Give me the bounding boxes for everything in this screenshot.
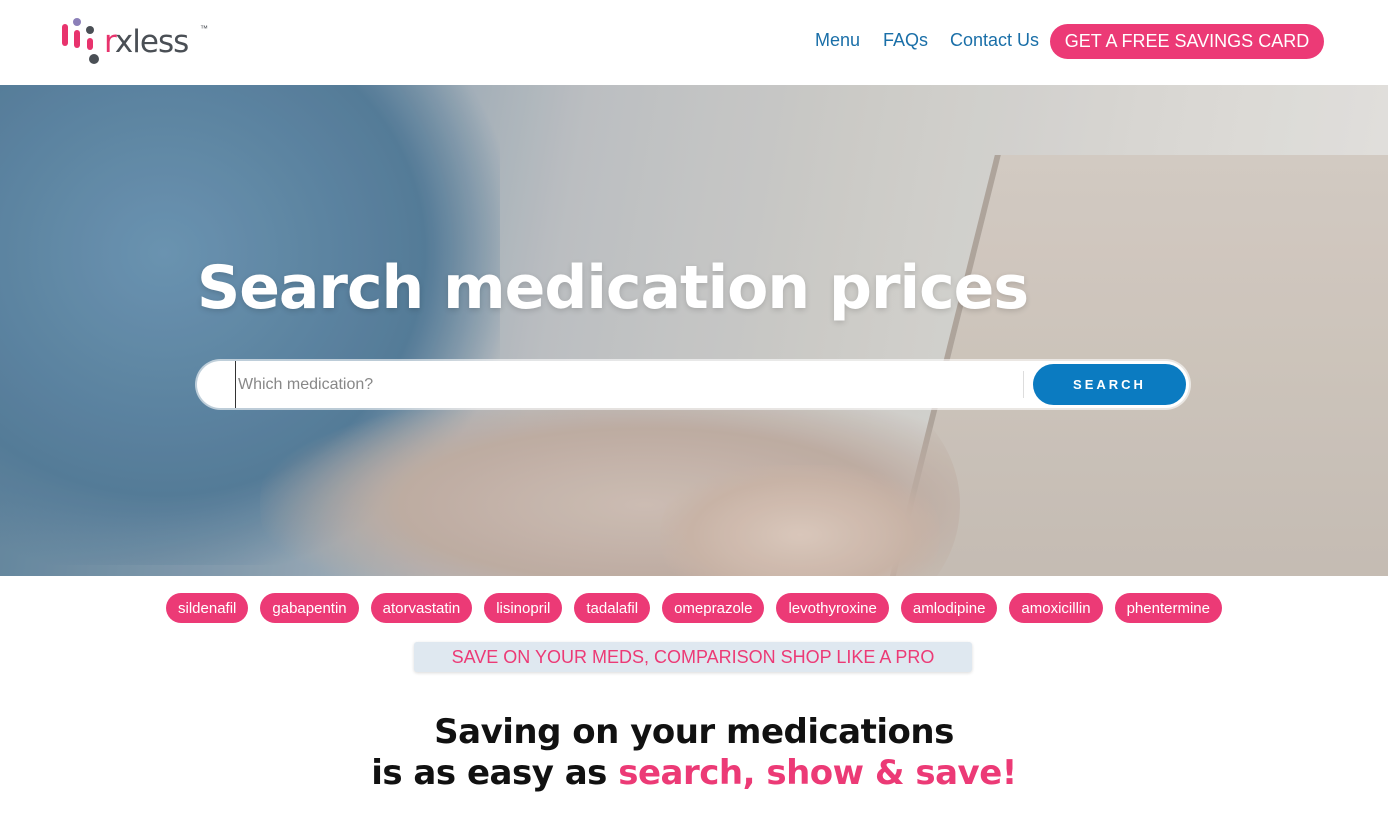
med-pill-levothyroxine[interactable]: levothyroxine: [776, 593, 889, 623]
med-pill-lisinopril[interactable]: lisinopril: [484, 593, 563, 623]
tagline-prefix: is as easy as: [371, 753, 619, 793]
hero-overlay: [0, 85, 1388, 576]
savings-banner: SAVE ON YOUR MEDS, COMPARISON SHOP LIKE …: [414, 642, 972, 672]
logo-trademark: ™: [200, 24, 208, 33]
medication-search-input[interactable]: [235, 361, 1015, 408]
logo-mark-icon: [62, 18, 99, 64]
rxless-logo[interactable]: rxless ™: [60, 16, 220, 68]
hero-title: Search medication prices: [197, 253, 1029, 323]
med-pill-tadalafil[interactable]: tadalafil: [574, 593, 651, 623]
site-header: rxless ™ Menu FAQs Contact Us GET A FREE…: [0, 0, 1388, 85]
tagline-highlight: search, show & save!: [618, 753, 1017, 793]
tagline-line1: Saving on your medications: [434, 712, 954, 752]
popular-medications: sildenafil gabapentin atorvastatin lisin…: [0, 593, 1388, 623]
search-button[interactable]: SEARCH: [1033, 364, 1186, 405]
nav-faqs-link[interactable]: FAQs: [883, 30, 928, 51]
logo-wordmark: rxless: [104, 24, 189, 60]
tagline-line2: is as easy as search, show & save!: [0, 753, 1388, 794]
med-pill-phentermine[interactable]: phentermine: [1114, 593, 1222, 623]
med-pill-gabapentin[interactable]: gabapentin: [260, 593, 359, 623]
med-pill-amoxicillin[interactable]: amoxicillin: [1009, 593, 1103, 623]
nav-contact-link[interactable]: Contact Us: [950, 30, 1039, 51]
free-savings-card-button[interactable]: GET A FREE SAVINGS CARD: [1050, 24, 1324, 59]
medication-search-bar: SEARCH: [197, 361, 1189, 408]
med-pill-omeprazole[interactable]: omeprazole: [662, 593, 765, 623]
med-pill-sildenafil[interactable]: sildenafil: [166, 593, 249, 623]
med-pill-amlodipine[interactable]: amlodipine: [900, 593, 998, 623]
med-pill-atorvastatin[interactable]: atorvastatin: [370, 593, 473, 623]
hero-section: Search medication prices SEARCH: [0, 85, 1388, 576]
search-divider: [1023, 371, 1024, 398]
tagline: Saving on your medications is as easy as…: [0, 712, 1388, 794]
nav-menu-link[interactable]: Menu: [815, 30, 860, 51]
